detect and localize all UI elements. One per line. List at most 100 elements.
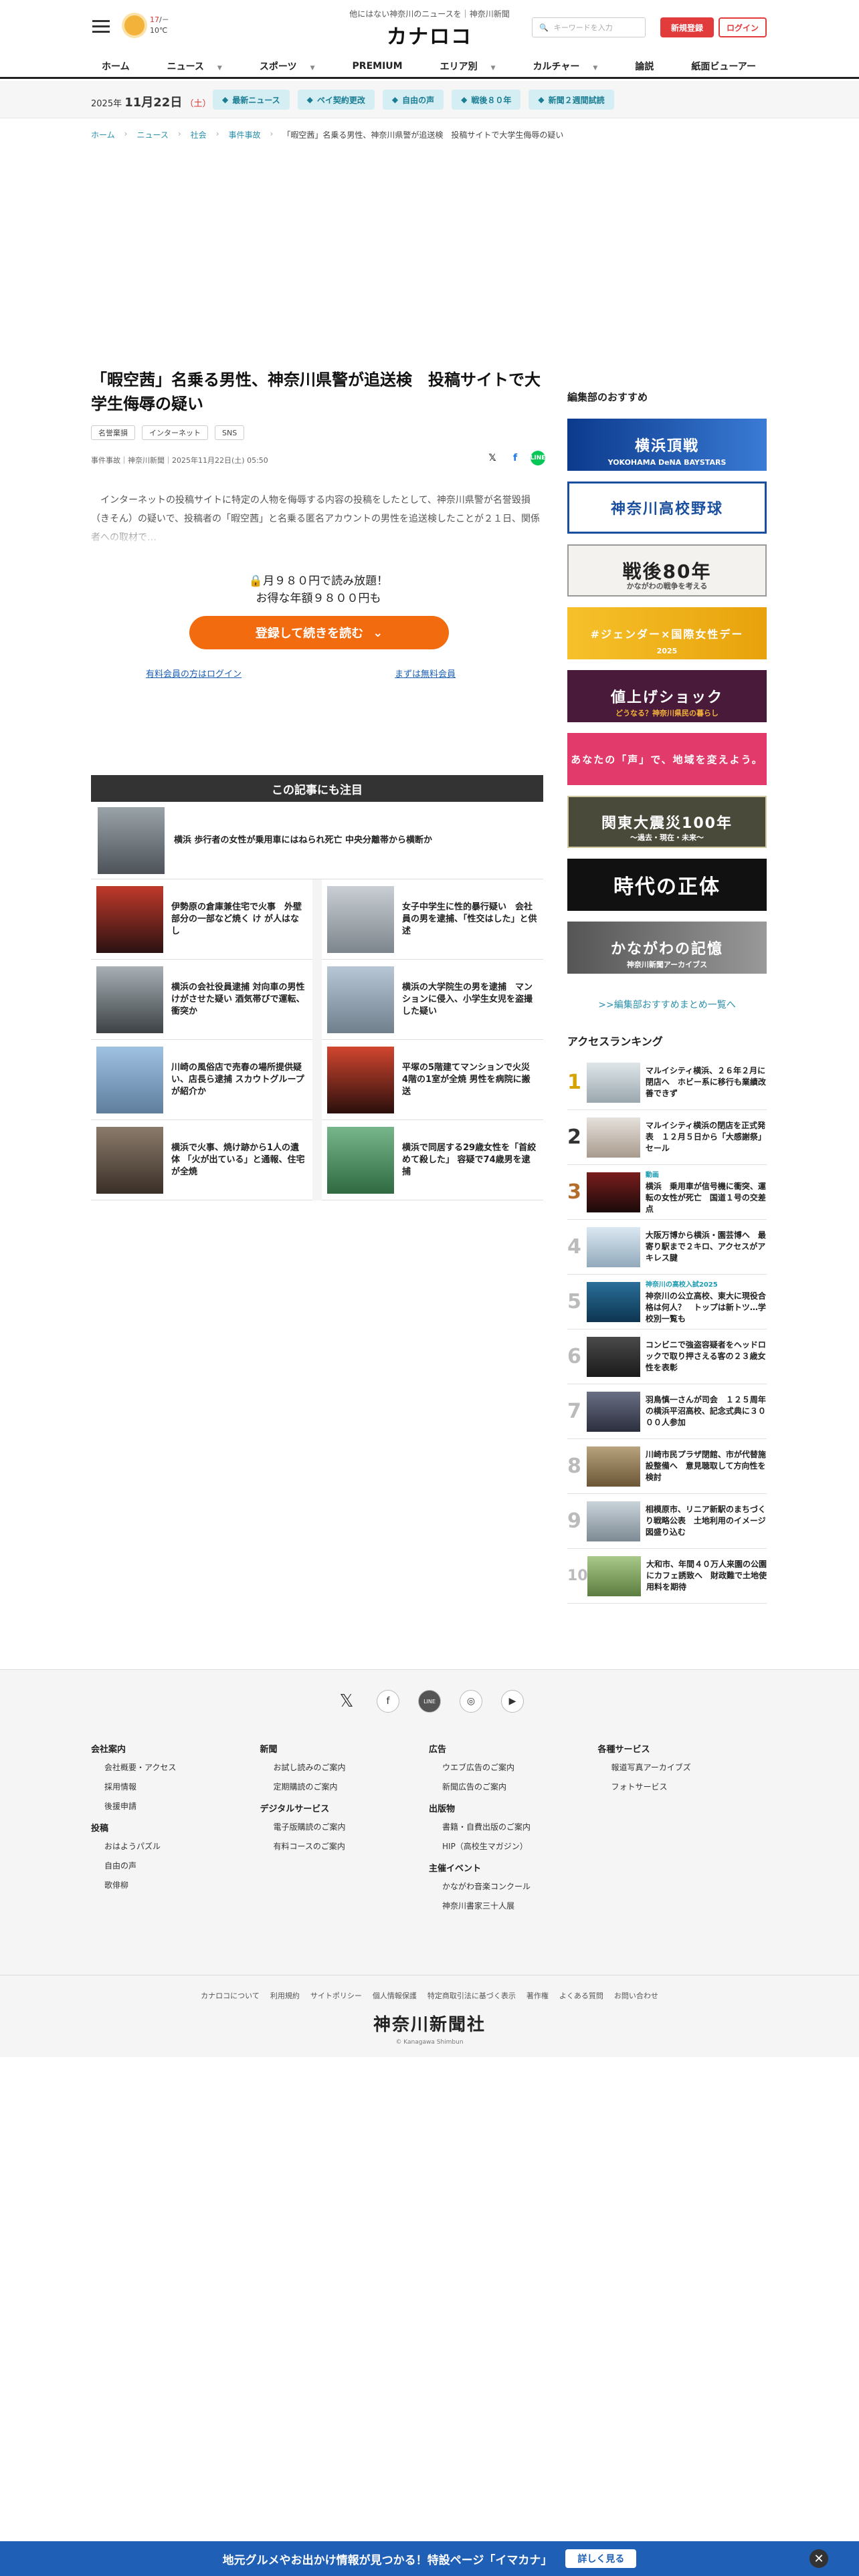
- footer-link[interactable]: 採用情報: [104, 1781, 260, 1792]
- footer-link[interactable]: 後援申請: [104, 1800, 260, 1812]
- line-icon[interactable]: LINE: [418, 1690, 441, 1713]
- ranking-item[interactable]: 8 川崎市民プラザ閉館、市が代替施設整備へ 意見聴取して方向性を検討: [567, 1439, 767, 1494]
- banner-price[interactable]: 値上げショック どうなる？神奈川県民の暮らし: [567, 670, 767, 722]
- footer-link[interactable]: ウエブ広告のご案内: [442, 1761, 598, 1773]
- ranking-item[interactable]: 1 マルイシティ横浜、２６年２月に閉店へ ホビー系に移行も業績改善できず: [567, 1055, 767, 1110]
- pill-voice[interactable]: ◆ 自由の声: [382, 90, 444, 110]
- footer-link[interactable]: 定期購読のご案内: [274, 1781, 430, 1792]
- pill-latest[interactable]: ◆ 最新ニュース: [213, 90, 290, 110]
- footer-link[interactable]: HIP（高校生マガジン）: [442, 1840, 598, 1852]
- footer-link[interactable]: 新聞広告のご案内: [442, 1781, 598, 1792]
- footer-link[interactable]: 有料コースのご案内: [274, 1840, 430, 1852]
- related-item[interactable]: 横浜の大学院生の男を逮捕 マンションに侵入、小学生女児を盗撮した疑い: [322, 960, 543, 1040]
- access-ranking: 1 マルイシティ横浜、２６年２月に閉店へ ホビー系に移行も業績改善できず 2 マルイ…: [567, 1055, 767, 1604]
- article-tag[interactable]: 名誉棄損: [91, 425, 135, 440]
- nav-premium[interactable]: PREMIUM: [342, 61, 413, 72]
- close-icon[interactable]: ✕: [809, 2549, 828, 2568]
- sticky-promo-banner[interactable]: 地元グルメやお出かけ情報が見つかる！特設ページ「イマカナ」 詳しく見る ✕: [0, 2541, 859, 2576]
- ranking-item[interactable]: 3 動画 横浜 乗用車が信号機に衝突、運転の女性が死亡 国道１号の交差点: [567, 1165, 767, 1220]
- nav-editorial[interactable]: 論説: [624, 60, 664, 73]
- banner-baystars[interactable]: 横浜頂戦 YOKOHAMA DeNA BAYSTARS: [567, 419, 767, 471]
- footer-link[interactable]: 自由の声: [104, 1860, 260, 1871]
- editor-picks-more-link[interactable]: >>編集部おすすめまとめ一覧へ: [567, 998, 767, 1011]
- nav-news[interactable]: ニュース ▼: [157, 60, 233, 73]
- footer-link[interactable]: 電子版購読のご案内: [274, 1821, 430, 1832]
- banner-era[interactable]: 時代の正体: [567, 859, 767, 911]
- ranking-item[interactable]: 10 大和市、年間４０万人来園の公園にカフェ誘致へ 財政難で土地使用料を期待: [567, 1549, 767, 1604]
- footer-bottom-link[interactable]: 特定商取引法に基づく表示: [427, 1990, 516, 2001]
- nav-culture[interactable]: カルチャー ▼: [522, 60, 609, 73]
- login-button[interactable]: ログイン: [719, 17, 767, 37]
- article-tag[interactable]: SNS: [215, 425, 245, 440]
- line-share-icon[interactable]: LINE: [531, 451, 545, 465]
- footer-link[interactable]: かながわ音楽コンクール: [442, 1881, 598, 1892]
- instagram-icon[interactable]: ◎: [460, 1690, 482, 1713]
- article-tag[interactable]: インターネット: [142, 425, 208, 440]
- footer-col: 新聞 お試し読みのご案内 定期購読のご案内 デジタルサービス 電子版購読のご案内…: [260, 1739, 430, 1921]
- related-item[interactable]: 川崎の風俗店で売春の場所提供疑い、店長ら逮捕 スカウトグループが紹介か: [91, 1040, 312, 1120]
- related-item[interactable]: 横浜で火事、焼け跡から1人の遺体 「火が出ている」と通報、住宅が全焼: [91, 1120, 312, 1200]
- facebook-icon[interactable]: f: [377, 1690, 399, 1713]
- footer-bottom-link[interactable]: 利用規約: [270, 1990, 300, 2001]
- ranking-item[interactable]: 9 相模原市、リニア新駅のまちづくり戦略公表 土地利用のイメージ図盛り込む: [567, 1494, 767, 1549]
- related-item[interactable]: 横浜で同居する29歳女性を「首絞めて殺した」 容疑で74歳男を逮捕: [322, 1120, 543, 1200]
- footer-link[interactable]: 神奈川書家三十人展: [442, 1900, 598, 1911]
- pill-trial[interactable]: ◆ 新聞２週間試読: [529, 90, 614, 110]
- footer-bottom-link[interactable]: 個人情報保護: [373, 1990, 417, 2001]
- promo-detail-button[interactable]: 詳しく見る: [565, 2549, 637, 2568]
- register-continue-button[interactable]: 登録して続きを読む ⌄: [189, 616, 449, 649]
- crumb-news[interactable]: ニュース: [136, 129, 168, 140]
- member-login-link[interactable]: 有料会員の方はログイン: [146, 667, 242, 679]
- footer-link[interactable]: おはようパズル: [104, 1840, 260, 1852]
- related-item[interactable]: 横浜の会社役員逮捕 対向車の男性けがさせた疑い 酒気帯びで運転、衝突か: [91, 960, 312, 1040]
- banner-baseball[interactable]: 神奈川高校野球: [567, 481, 767, 534]
- x-icon[interactable]: 𝕏: [335, 1690, 358, 1713]
- pill-contract[interactable]: ◆ ペイ契約更改: [297, 90, 375, 110]
- article-title: 「暇空茜」名乗る男性、神奈川県警が追送検 投稿サイトで大学生侮辱の疑い: [91, 370, 541, 413]
- nav-sports[interactable]: スポーツ ▼: [249, 60, 326, 73]
- nav-home[interactable]: ホーム: [91, 60, 140, 73]
- banner-gender[interactable]: #ジェンダー×国際女性デー 2025: [567, 607, 767, 659]
- ranking-item[interactable]: 2 マルイシティ横浜の閉店を正式発表 １２月５日から「大感謝祭」セール: [567, 1110, 767, 1165]
- ranking-item[interactable]: 6 コンビニで強盗容疑者をヘッドロックで取り押さえる客の２３歳女性を表彰: [567, 1329, 767, 1384]
- crumb-society[interactable]: 社会: [191, 129, 207, 140]
- search-input[interactable]: 🔍 キーワードを入力: [532, 17, 646, 37]
- banner-memory[interactable]: かながわの記憶 神奈川新聞アーカイブス: [567, 922, 767, 974]
- banner-postwar[interactable]: 戦後80年 かながわの戦争を考える: [567, 544, 767, 597]
- pill-postwar[interactable]: ◆ 戦後８０年: [452, 90, 521, 110]
- article-thumbnail: [327, 966, 394, 1033]
- footer-link[interactable]: 会社概要・アクセス: [104, 1761, 260, 1773]
- youtube-icon[interactable]: ▶: [501, 1690, 524, 1713]
- ranking-item[interactable]: 4 大阪万博から横浜・園芸博へ 最寄り駅まで２キロ、アクセスがアキレス腱: [567, 1220, 767, 1275]
- footer-bottom-link[interactable]: よくある質問: [559, 1990, 603, 2001]
- footer-bottom-link[interactable]: サイトポリシー: [310, 1990, 362, 2001]
- footer-link[interactable]: フォトサービス: [611, 1781, 767, 1792]
- free-member-link[interactable]: まずは無料会員: [395, 667, 456, 679]
- footer-bottom-link[interactable]: 著作権: [527, 1990, 549, 2001]
- footer-bottom-link[interactable]: カナロコについて: [201, 1990, 260, 2001]
- chevron-down-icon: ▼: [217, 65, 222, 72]
- footer-bottom-link[interactable]: お問い合わせ: [614, 1990, 658, 2001]
- related-item[interactable]: 平塚の5階建てマンションで火災 4階の1室が全焼 男性を病院に搬送: [322, 1040, 543, 1120]
- banner-voice[interactable]: あなたの「声」で、地域を変えよう。: [567, 733, 767, 785]
- nav-viewer[interactable]: 紙面ビューアー: [680, 60, 767, 73]
- ranking-item[interactable]: 7 羽鳥慎一さんが司会 １２５周年の横浜平沼高校、記念式典に３０００人参加: [567, 1384, 767, 1439]
- x-share-icon[interactable]: 𝕏: [485, 451, 500, 465]
- facebook-share-icon[interactable]: f: [508, 451, 522, 465]
- related-item[interactable]: 伊勢原の倉庫兼住宅で火事 外壁部分の一部など焼く け が人はなし: [91, 879, 312, 960]
- nav-area[interactable]: エリア別 ▼: [430, 60, 506, 73]
- related-item[interactable]: 女子中学生に性的暴行疑い 会社員の男を逮捕、「性交はした」と供述: [322, 879, 543, 960]
- footer-link[interactable]: 歌俳柳: [104, 1879, 260, 1891]
- ranking-item[interactable]: 5 神奈川の高校入試2025 神奈川の公立高校、東大に現役合格は何人？ トップは新ト…: [567, 1275, 767, 1329]
- banner-quake[interactable]: 関東大震災100年 ～過去・現在・未来～: [567, 796, 767, 848]
- tag-icon: ◆: [222, 95, 229, 104]
- crumb-home[interactable]: ホーム: [91, 129, 115, 140]
- tag-icon: ◆: [461, 95, 468, 104]
- register-button[interactable]: 新規登録: [660, 17, 714, 37]
- crumb-incidents[interactable]: 事件事故: [229, 129, 261, 140]
- footer-link[interactable]: お試し読みのご案内: [274, 1761, 430, 1773]
- related-top-item[interactable]: 横浜 歩行者の女性が乗用車にはねられ死亡 中央分離帯から横断か: [91, 802, 543, 879]
- related-title: 女子中学生に性的暴行疑い 会社員の男を逮捕、「性交はした」と供述: [402, 901, 537, 936]
- footer-link[interactable]: 書籍・自費出版のご案内: [442, 1821, 598, 1832]
- footer-link[interactable]: 報道写真アーカイブズ: [611, 1761, 767, 1773]
